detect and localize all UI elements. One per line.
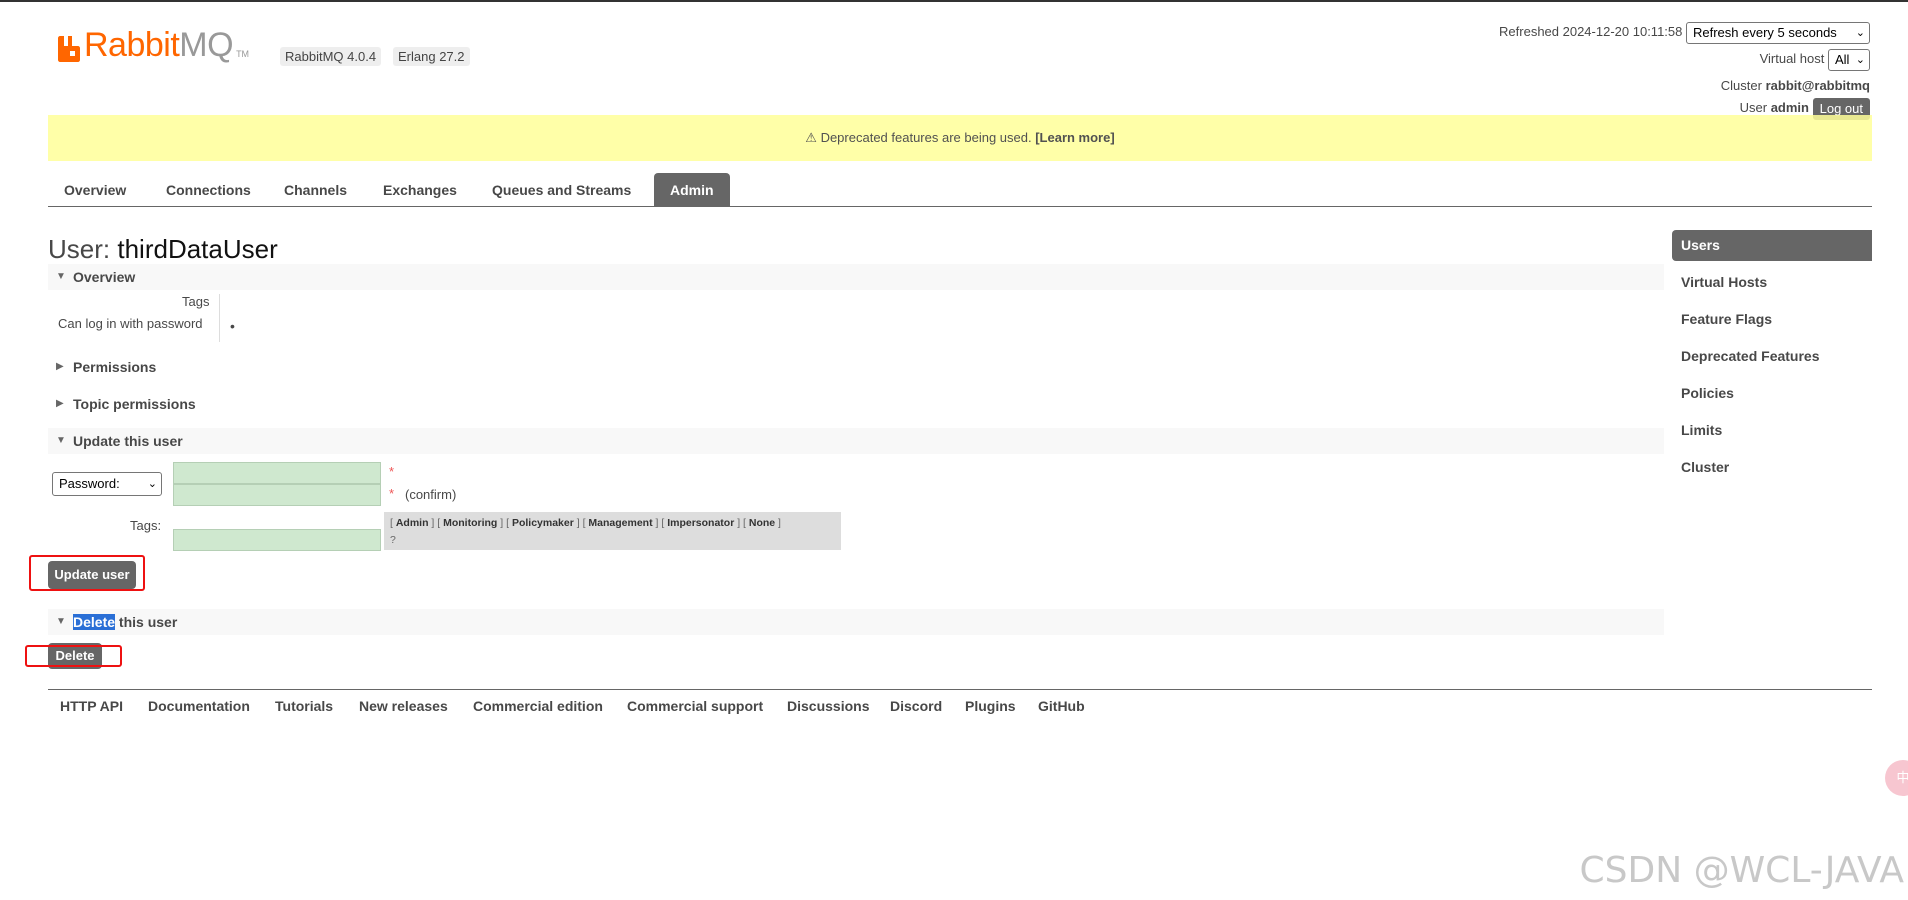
sidebar-item-policies[interactable]: Policies — [1672, 378, 1872, 409]
tab-channels[interactable]: Channels — [268, 173, 363, 206]
vhost-label: Virtual host — [1759, 51, 1825, 66]
required-mark: * — [389, 464, 395, 479]
chevron-down-icon: ⌄ — [147, 478, 157, 490]
tags-label: Tags — [182, 294, 210, 309]
section-permissions[interactable]: ▶ Permissions — [48, 354, 1664, 380]
admin-sidebar: Users Virtual Hosts Feature Flags Deprec… — [1672, 230, 1872, 489]
tags-input[interactable] — [173, 529, 381, 551]
triangle-down-icon: ▼ — [56, 435, 66, 446]
footer-link-commercial-support[interactable]: Commercial support — [627, 698, 763, 714]
tag-option-policymaker[interactable]: Policymaker — [512, 517, 574, 529]
triangle-right-icon: ▶ — [56, 361, 64, 372]
tag-options-box: [ Admin ] [ Monitoring ] [ Policymaker ]… — [384, 512, 841, 550]
section-overview[interactable]: ▼ Overview — [48, 264, 1664, 290]
tag-option-monitoring[interactable]: Monitoring — [443, 517, 497, 529]
tags-help-link[interactable]: ? — [390, 534, 396, 546]
tag-option-none[interactable]: None — [749, 517, 775, 529]
footer-links: HTTP API Documentation Tutorials New rel… — [48, 689, 1872, 720]
triangle-down-icon: ▼ — [56, 271, 66, 282]
logo-tm: TM — [236, 49, 250, 59]
page-title: User: thirdDataUser — [48, 234, 278, 264]
sidebar-item-users[interactable]: Users — [1672, 230, 1872, 261]
version-badge: RabbitMQ 4.0.4 — [280, 47, 382, 66]
cluster-label: Cluster — [1720, 78, 1762, 93]
tab-queues-and-streams[interactable]: Queues and Streams — [476, 173, 647, 206]
login-label: Can log in with password — [58, 316, 203, 331]
sidebar-item-feature-flags[interactable]: Feature Flags — [1672, 304, 1872, 335]
sidebar-item-virtual-hosts[interactable]: Virtual Hosts — [1672, 267, 1872, 298]
vhost-select[interactable]: All ⌄ — [1828, 48, 1870, 71]
password-confirm-input[interactable] — [173, 484, 381, 506]
footer-link-http-api[interactable]: HTTP API — [60, 698, 123, 714]
annotation-highlight-box — [25, 645, 122, 667]
tab-exchanges[interactable]: Exchanges — [367, 173, 473, 206]
cluster-value: rabbit@rabbitmq — [1765, 78, 1870, 93]
chevron-down-icon: ⌄ — [1855, 26, 1865, 39]
sidebar-item-deprecated-features[interactable]: Deprecated Features — [1672, 341, 1872, 372]
selected-text: Delete — [73, 614, 116, 630]
required-mark: * — [389, 486, 395, 501]
warning-text: Deprecated features are being used. — [816, 130, 1036, 145]
confirm-label: (confirm) — [405, 487, 457, 502]
rabbit-logo-icon — [58, 36, 80, 62]
rabbitmq-logo[interactable]: RabbitMQ TM — [58, 26, 249, 62]
footer-link-new-releases[interactable]: New releases — [359, 698, 448, 714]
sidebar-item-cluster[interactable]: Cluster — [1672, 452, 1872, 483]
footer-link-tutorials[interactable]: Tutorials — [275, 698, 333, 714]
watermark: CSDN @WCL-JAVA — [1579, 850, 1905, 891]
tab-overview[interactable]: Overview — [48, 173, 142, 206]
header-status: Refreshed 2024-12-20 10:11:58 Refresh ev… — [1499, 20, 1870, 123]
tag-option-impersonator[interactable]: Impersonator — [667, 517, 734, 529]
chevron-down-icon: ⌄ — [1855, 53, 1865, 66]
floating-assistant-button[interactable]: 中 — [1885, 760, 1908, 796]
sidebar-item-limits[interactable]: Limits — [1672, 415, 1872, 446]
footer-link-discussions[interactable]: Discussions — [787, 698, 869, 714]
erlang-badge: Erlang 27.2 — [393, 47, 470, 66]
footer-link-plugins[interactable]: Plugins — [965, 698, 1016, 714]
footer-link-documentation[interactable]: Documentation — [148, 698, 250, 714]
learn-more-link[interactable]: [Learn more] — [1035, 130, 1114, 145]
warning-icon: ⚠ — [805, 130, 817, 145]
user-value: admin — [1770, 100, 1809, 115]
triangle-right-icon: ▶ — [56, 398, 64, 409]
section-delete-user[interactable]: ▼ Delete this user — [48, 609, 1664, 635]
footer-link-discord[interactable]: Discord — [890, 698, 942, 714]
footer-link-github[interactable]: GitHub — [1038, 698, 1085, 714]
logo-wordmark: RabbitMQ — [84, 26, 234, 64]
refreshed-label: Refreshed 2024-12-20 10:11:58 — [1499, 24, 1683, 39]
tag-option-admin[interactable]: Admin — [396, 517, 429, 529]
tags-field-label: Tags: — [130, 518, 162, 533]
tag-option-management[interactable]: Management — [588, 517, 652, 529]
tab-admin[interactable]: Admin — [654, 173, 730, 206]
main-tabs: Overview Connections Channels Exchanges … — [48, 173, 1872, 207]
password-input[interactable] — [173, 462, 381, 484]
user-label: User — [1739, 100, 1768, 115]
section-update-user[interactable]: ▼ Update this user — [48, 428, 1664, 454]
overview-divider — [219, 294, 220, 342]
deprecation-warning-banner: ⚠ Deprecated features are being used. [L… — [48, 115, 1872, 161]
refresh-select[interactable]: Refresh every 5 seconds ⌄ — [1686, 21, 1870, 44]
section-topic-permissions[interactable]: ▶ Topic permissions — [48, 391, 1664, 417]
tab-connections[interactable]: Connections — [150, 173, 267, 206]
footer-link-commercial-edition[interactable]: Commercial edition — [473, 698, 603, 714]
login-value: • — [230, 318, 235, 334]
annotation-highlight-box — [29, 555, 145, 591]
triangle-down-icon: ▼ — [56, 616, 66, 627]
password-type-select[interactable]: Password: ⌄ — [52, 472, 162, 496]
